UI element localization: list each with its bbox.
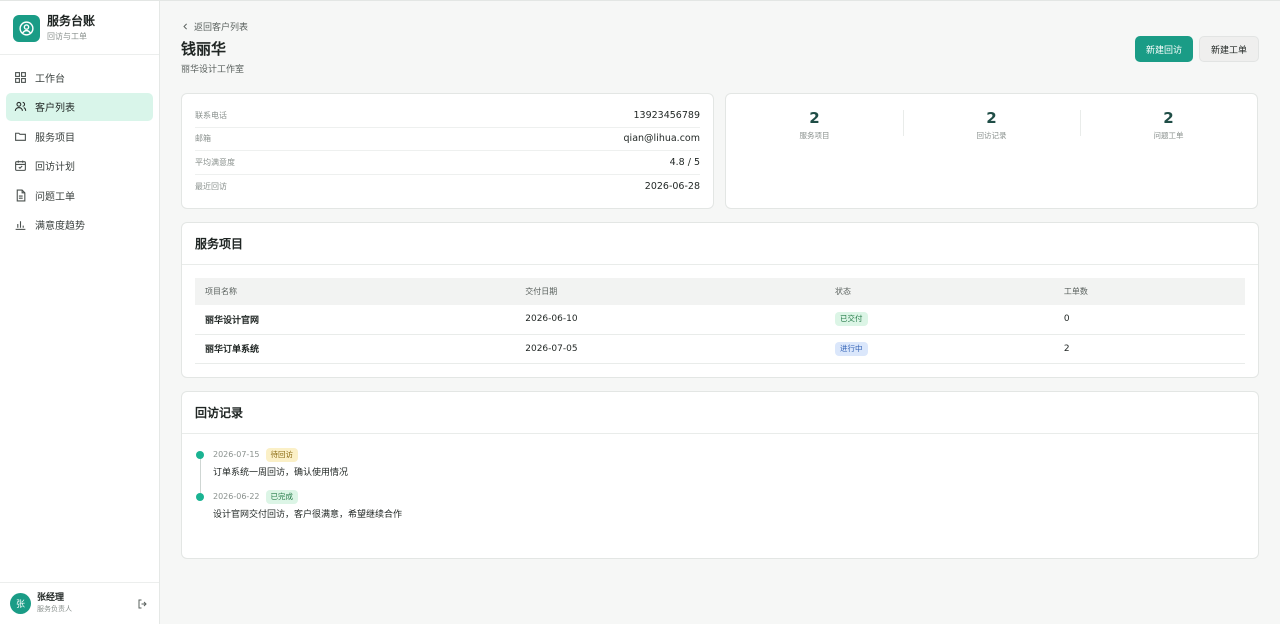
timeline-dot [196, 450, 204, 459]
project-date: 2026-06-10 [515, 305, 825, 335]
sidebar-item-label: 服务项目 [35, 132, 75, 144]
stat-visits: 2 回访记录 [903, 108, 1080, 141]
project-tickets: 2 [1053, 334, 1245, 364]
new-visit-button[interactable]: 新建回访 [1134, 36, 1193, 62]
app-root: 服务台账 回访与工单 工作台 客户列表 服务项目 回访计划 问题工单 满意度趋势… [0, 0, 1280, 624]
info-value: 4.8 / 5 [669, 156, 700, 168]
info-value: 13923456789 [633, 109, 701, 121]
info-row-satisfaction: 平均满意度 4.8 / 5 [195, 151, 700, 175]
bar-chart-icon [14, 218, 27, 231]
calendar-check-icon [14, 159, 27, 172]
column-header: 工单数 [1063, 287, 1088, 296]
user-box: 张 张经理 服务负责人 [0, 582, 159, 624]
project-tickets: 0 [1053, 305, 1245, 335]
timeline-dot [196, 492, 204, 501]
info-row-last-visit: 最近回访 2026-06-28 [195, 175, 700, 199]
stat-tickets: 2 问题工单 [1080, 108, 1257, 141]
brand-logo-icon [13, 15, 40, 42]
sidebar-item-satisfaction[interactable]: 满意度趋势 [6, 211, 153, 239]
stat-label: 问题工单 [1153, 131, 1184, 140]
projects-section: 服务项目 项目名称 交付日期 状态 工单数 丽华设计官网 2026-06-10 … [181, 222, 1259, 378]
section-title: 回访记录 [182, 392, 1258, 434]
sidebar-item-label: 满意度趋势 [35, 221, 85, 233]
column-header: 交付日期 [525, 287, 558, 296]
page-title: 钱丽华 [181, 40, 227, 58]
user-role: 服务负责人 [37, 605, 72, 613]
brand: 服务台账 回访与工单 [0, 1, 159, 55]
table-row[interactable]: 丽华设计官网 2026-06-10 已交付 0 [195, 305, 1245, 335]
sidebar-item-workbench[interactable]: 工作台 [6, 63, 153, 91]
sidebar-item-visit-plan[interactable]: 回访计划 [6, 152, 153, 180]
info-key: 邮箱 [195, 134, 211, 144]
sidebar-item-label: 工作台 [35, 73, 65, 85]
info-value: qian@lihua.com [623, 133, 700, 145]
info-value: 2026-06-28 [644, 180, 700, 192]
logout-icon[interactable] [136, 597, 149, 610]
contact-info-card: 联系电话 13923456789 邮箱 qian@lihua.com 平均满意度… [181, 93, 714, 209]
visit-date: 2026-06-22 [213, 492, 260, 501]
list-item[interactable]: 2026-06-22 已完成 设计官网交付回访，客户很满意，希望继续合作 [195, 489, 1245, 520]
sidebar-item-label: 回访计划 [35, 162, 75, 174]
status-badge: 已交付 [835, 312, 868, 327]
list-item[interactable]: 2026-07-15 待回访 订单系统一周回访，确认使用情况 [195, 447, 1245, 478]
stat-label: 服务项目 [799, 131, 830, 140]
brand-subtitle: 回访与工单 [47, 32, 87, 41]
back-link[interactable]: 返回客户列表 [181, 19, 1259, 33]
sidebar-item-tickets[interactable]: 问题工单 [6, 181, 153, 209]
stats-card: 2 服务项目 2 回访记录 2 问题工单 [725, 93, 1258, 209]
status-badge: 进行中 [835, 341, 868, 356]
chevron-left-icon [181, 22, 190, 31]
summary-row: 联系电话 13923456789 邮箱 qian@lihua.com 平均满意度… [181, 93, 1259, 209]
page-subtitle: 丽华设计工作室 [181, 65, 245, 75]
back-link-label: 返回客户列表 [194, 22, 249, 33]
sidebar: 服务台账 回访与工单 工作台 客户列表 服务项目 回访计划 问题工单 满意度趋势… [0, 1, 160, 624]
file-text-icon [14, 189, 27, 202]
folder-icon [14, 130, 27, 143]
project-date: 2026-07-05 [515, 334, 825, 364]
stat-label: 回访记录 [976, 131, 1007, 140]
info-row-phone: 联系电话 13923456789 [195, 104, 700, 128]
status-badge: 已完成 [265, 489, 298, 504]
users-icon [14, 100, 27, 113]
sidebar-item-projects[interactable]: 服务项目 [6, 122, 153, 150]
info-row-email: 邮箱 qian@lihua.com [195, 128, 700, 151]
info-key: 联系电话 [195, 110, 227, 120]
brand-title: 服务台账 [47, 14, 96, 28]
project-name: 丽华设计官网 [195, 305, 516, 335]
visit-timeline: 2026-07-15 待回访 订单系统一周回访，确认使用情况 2026-06-2… [182, 434, 1258, 558]
sidebar-nav: 工作台 客户列表 服务项目 回访计划 问题工单 满意度趋势 [0, 55, 159, 249]
sidebar-item-label: 问题工单 [35, 191, 75, 203]
table-row[interactable]: 丽华订单系统 2026-07-05 进行中 2 [195, 334, 1245, 364]
visit-text: 订单系统一周回访，确认使用情况 [213, 467, 349, 478]
grid-icon [14, 71, 27, 84]
stat-projects: 2 服务项目 [726, 108, 903, 141]
avatar: 张 [10, 593, 31, 614]
main-content: 返回客户列表 钱丽华 丽华设计工作室 新建回访 新建工单 联系电话 139234… [160, 1, 1280, 624]
new-ticket-button[interactable]: 新建工单 [1198, 36, 1259, 62]
sidebar-item-label: 客户列表 [35, 103, 75, 115]
stat-value: 2 [809, 109, 820, 127]
visits-section: 回访记录 2026-07-15 待回访 订单系统一周回访，确认使用情况 2026… [181, 390, 1259, 559]
header-actions: 新建回访 新建工单 [1134, 36, 1259, 62]
stat-value: 2 [986, 109, 997, 127]
project-name: 丽华订单系统 [195, 334, 516, 364]
column-header: 项目名称 [205, 287, 237, 296]
section-title: 服务项目 [182, 223, 1258, 265]
table-header-row: 项目名称 交付日期 状态 工单数 [195, 278, 1245, 305]
stat-value: 2 [1163, 109, 1174, 127]
info-key: 最近回访 [195, 181, 227, 191]
visit-date: 2026-07-15 [213, 450, 260, 459]
sidebar-item-customers[interactable]: 客户列表 [6, 92, 153, 121]
user-name: 张经理 [37, 593, 65, 603]
projects-table: 项目名称 交付日期 状态 工单数 丽华设计官网 2026-06-10 已交付 0 [195, 278, 1245, 364]
column-header: 状态 [835, 287, 851, 296]
status-badge: 待回访 [265, 447, 298, 462]
info-key: 平均满意度 [195, 157, 235, 167]
visit-text: 设计官网交付回访，客户很满意，希望继续合作 [213, 509, 403, 520]
